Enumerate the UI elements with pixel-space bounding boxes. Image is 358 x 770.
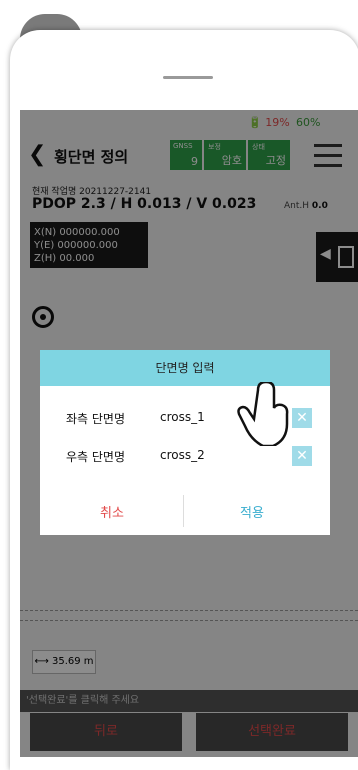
right-section-input[interactable]: cross_2 (160, 448, 205, 462)
app-screen: 🔋 19% 60% ❮ 횡단면 정의 GNSS 9 보정 암호 상태 고정 현재… (20, 110, 358, 757)
clear-right-icon[interactable]: ✕ (292, 446, 312, 466)
cancel-button[interactable]: 취소 (100, 502, 124, 521)
dialog-title: 단면명 입력 (40, 350, 330, 386)
tap-hand-icon (237, 382, 289, 446)
dialog-divider (183, 495, 184, 527)
speaker-slot (163, 76, 213, 79)
apply-button[interactable]: 적용 (240, 502, 264, 521)
right-section-label: 우측 단면명 (66, 450, 126, 464)
left-section-input[interactable]: cross_1 (160, 410, 205, 424)
left-section-label: 좌측 단면명 (66, 412, 126, 426)
clear-left-icon[interactable]: ✕ (292, 408, 312, 428)
